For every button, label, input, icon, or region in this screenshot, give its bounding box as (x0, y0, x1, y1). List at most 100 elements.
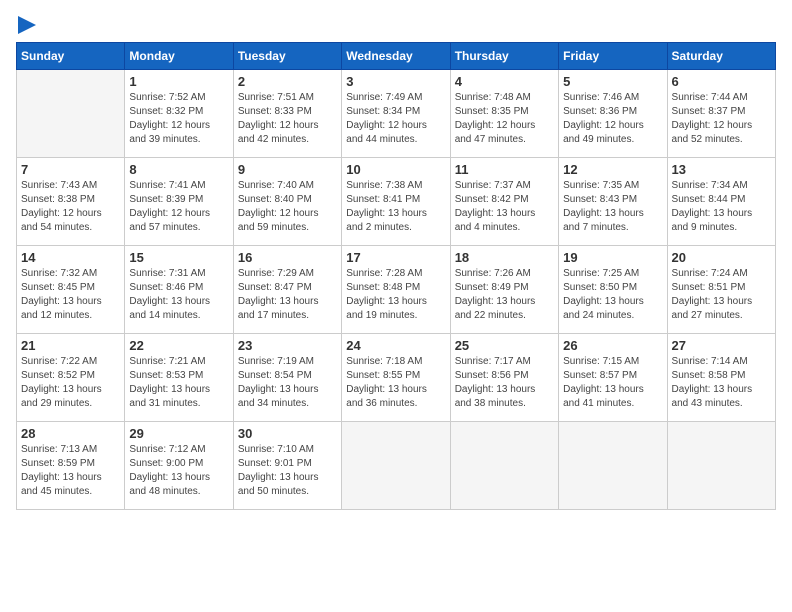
cell-info: Sunrise: 7:52 AMSunset: 8:32 PMDaylight:… (129, 91, 228, 147)
calendar-cell: 28 Sunrise: 7:13 AMSunset: 8:59 PMDayligh… (17, 422, 125, 510)
day-number: 7 (21, 162, 120, 177)
day-number: 3 (346, 74, 445, 89)
cell-info: Sunrise: 7:25 AMSunset: 8:50 PMDaylight:… (563, 267, 662, 323)
calendar-cell: 14 Sunrise: 7:32 AMSunset: 8:45 PMDayligh… (17, 246, 125, 334)
calendar-cell: 5 Sunrise: 7:46 AMSunset: 8:36 PMDaylight… (559, 70, 667, 158)
calendar-week-row-4: 21 Sunrise: 7:22 AMSunset: 8:52 PMDayligh… (17, 334, 776, 422)
calendar-cell: 30 Sunrise: 7:10 AMSunset: 9:01 PMDayligh… (233, 422, 341, 510)
cell-info: Sunrise: 7:38 AMSunset: 8:41 PMDaylight:… (346, 179, 445, 235)
weekday-header-row: SundayMondayTuesdayWednesdayThursdayFrid… (17, 43, 776, 70)
logo-arrow-icon (18, 16, 36, 34)
day-number: 27 (672, 338, 771, 353)
day-number: 8 (129, 162, 228, 177)
day-number: 5 (563, 74, 662, 89)
calendar-cell (17, 70, 125, 158)
cell-info: Sunrise: 7:18 AMSunset: 8:55 PMDaylight:… (346, 355, 445, 411)
day-number: 28 (21, 426, 120, 441)
calendar-cell: 18 Sunrise: 7:26 AMSunset: 8:49 PMDayligh… (450, 246, 558, 334)
day-number: 23 (238, 338, 337, 353)
cell-info: Sunrise: 7:12 AMSunset: 9:00 PMDaylight:… (129, 443, 228, 499)
day-number: 30 (238, 426, 337, 441)
calendar-cell: 20 Sunrise: 7:24 AMSunset: 8:51 PMDayligh… (667, 246, 775, 334)
cell-info: Sunrise: 7:26 AMSunset: 8:49 PMDaylight:… (455, 267, 554, 323)
calendar-cell: 27 Sunrise: 7:14 AMSunset: 8:58 PMDayligh… (667, 334, 775, 422)
calendar-cell: 8 Sunrise: 7:41 AMSunset: 8:39 PMDaylight… (125, 158, 233, 246)
day-number: 12 (563, 162, 662, 177)
cell-info: Sunrise: 7:29 AMSunset: 8:47 PMDaylight:… (238, 267, 337, 323)
calendar-cell: 10 Sunrise: 7:38 AMSunset: 8:41 PMDayligh… (342, 158, 450, 246)
cell-info: Sunrise: 7:37 AMSunset: 8:42 PMDaylight:… (455, 179, 554, 235)
cell-info: Sunrise: 7:10 AMSunset: 9:01 PMDaylight:… (238, 443, 337, 499)
day-number: 10 (346, 162, 445, 177)
calendar-cell: 23Sunrise: 7:19 AMSunset: 8:54 PMDayligh… (233, 334, 341, 422)
day-number: 1 (129, 74, 228, 89)
cell-info: Sunrise: 7:34 AMSunset: 8:44 PMDaylight:… (672, 179, 771, 235)
calendar-cell: 13 Sunrise: 7:34 AMSunset: 8:44 PMDayligh… (667, 158, 775, 246)
calendar-cell (450, 422, 558, 510)
day-number: 26 (563, 338, 662, 353)
cell-info: Sunrise: 7:14 AMSunset: 8:58 PMDaylight:… (672, 355, 771, 411)
calendar-cell: 26 Sunrise: 7:15 AMSunset: 8:57 PMDayligh… (559, 334, 667, 422)
cell-info: Sunrise: 7:31 AMSunset: 8:46 PMDaylight:… (129, 267, 228, 323)
cell-info: Sunrise: 7:28 AMSunset: 8:48 PMDaylight:… (346, 267, 445, 323)
calendar: SundayMondayTuesdayWednesdayThursdayFrid… (16, 42, 776, 510)
calendar-cell: 29Sunrise: 7:12 AMSunset: 9:00 PMDayligh… (125, 422, 233, 510)
calendar-cell (667, 422, 775, 510)
day-number: 9 (238, 162, 337, 177)
calendar-week-row-2: 7 Sunrise: 7:43 AMSunset: 8:38 PMDaylight… (17, 158, 776, 246)
day-number: 22 (129, 338, 228, 353)
day-number: 19 (563, 250, 662, 265)
cell-info: Sunrise: 7:43 AMSunset: 8:38 PMDaylight:… (21, 179, 120, 235)
calendar-week-row-3: 14 Sunrise: 7:32 AMSunset: 8:45 PMDayligh… (17, 246, 776, 334)
day-number: 21 (21, 338, 120, 353)
weekday-header-thursday: Thursday (450, 43, 558, 70)
weekday-header-wednesday: Wednesday (342, 43, 450, 70)
logo (16, 16, 36, 34)
calendar-cell: 9 Sunrise: 7:40 AMSunset: 8:40 PMDaylight… (233, 158, 341, 246)
cell-info: Sunrise: 7:15 AMSunset: 8:57 PMDaylight:… (563, 355, 662, 411)
calendar-cell: 11 Sunrise: 7:37 AMSunset: 8:42 PMDayligh… (450, 158, 558, 246)
day-number: 2 (238, 74, 337, 89)
day-number: 14 (21, 250, 120, 265)
calendar-cell: 7 Sunrise: 7:43 AMSunset: 8:38 PMDaylight… (17, 158, 125, 246)
cell-info: Sunrise: 7:24 AMSunset: 8:51 PMDaylight:… (672, 267, 771, 323)
day-number: 13 (672, 162, 771, 177)
calendar-cell: 21 Sunrise: 7:22 AMSunset: 8:52 PMDayligh… (17, 334, 125, 422)
calendar-cell (559, 422, 667, 510)
day-number: 20 (672, 250, 771, 265)
cell-info: Sunrise: 7:41 AMSunset: 8:39 PMDaylight:… (129, 179, 228, 235)
calendar-cell: 4 Sunrise: 7:48 AMSunset: 8:35 PMDaylight… (450, 70, 558, 158)
cell-info: Sunrise: 7:35 AMSunset: 8:43 PMDaylight:… (563, 179, 662, 235)
calendar-cell: 3 Sunrise: 7:49 AMSunset: 8:34 PMDaylight… (342, 70, 450, 158)
day-number: 18 (455, 250, 554, 265)
calendar-cell: 17 Sunrise: 7:28 AMSunset: 8:48 PMDayligh… (342, 246, 450, 334)
day-number: 4 (455, 74, 554, 89)
day-number: 11 (455, 162, 554, 177)
cell-info: Sunrise: 7:40 AMSunset: 8:40 PMDaylight:… (238, 179, 337, 235)
calendar-cell: 19 Sunrise: 7:25 AMSunset: 8:50 PMDayligh… (559, 246, 667, 334)
day-number: 17 (346, 250, 445, 265)
header (16, 16, 776, 34)
cell-info: Sunrise: 7:17 AMSunset: 8:56 PMDaylight:… (455, 355, 554, 411)
cell-info: Sunrise: 7:46 AMSunset: 8:36 PMDaylight:… (563, 91, 662, 147)
cell-info: Sunrise: 7:32 AMSunset: 8:45 PMDaylight:… (21, 267, 120, 323)
day-number: 16 (238, 250, 337, 265)
day-number: 25 (455, 338, 554, 353)
weekday-header-sunday: Sunday (17, 43, 125, 70)
cell-info: Sunrise: 7:48 AMSunset: 8:35 PMDaylight:… (455, 91, 554, 147)
calendar-cell: 12 Sunrise: 7:35 AMSunset: 8:43 PMDayligh… (559, 158, 667, 246)
cell-info: Sunrise: 7:49 AMSunset: 8:34 PMDaylight:… (346, 91, 445, 147)
calendar-week-row-5: 28 Sunrise: 7:13 AMSunset: 8:59 PMDayligh… (17, 422, 776, 510)
weekday-header-monday: Monday (125, 43, 233, 70)
day-number: 24 (346, 338, 445, 353)
day-number: 6 (672, 74, 771, 89)
cell-info: Sunrise: 7:13 AMSunset: 8:59 PMDaylight:… (21, 443, 120, 499)
calendar-cell: 24 Sunrise: 7:18 AMSunset: 8:55 PMDayligh… (342, 334, 450, 422)
day-number: 15 (129, 250, 228, 265)
calendar-week-row-1: 1 Sunrise: 7:52 AMSunset: 8:32 PMDaylight… (17, 70, 776, 158)
calendar-cell: 1 Sunrise: 7:52 AMSunset: 8:32 PMDaylight… (125, 70, 233, 158)
cell-info: Sunrise: 7:21 AMSunset: 8:53 PMDaylight:… (129, 355, 228, 411)
cell-info: Sunrise: 7:22 AMSunset: 8:52 PMDaylight:… (21, 355, 120, 411)
calendar-cell: 6Sunrise: 7:44 AMSunset: 8:37 PMDaylight… (667, 70, 775, 158)
calendar-cell: 15 Sunrise: 7:31 AMSunset: 8:46 PMDayligh… (125, 246, 233, 334)
